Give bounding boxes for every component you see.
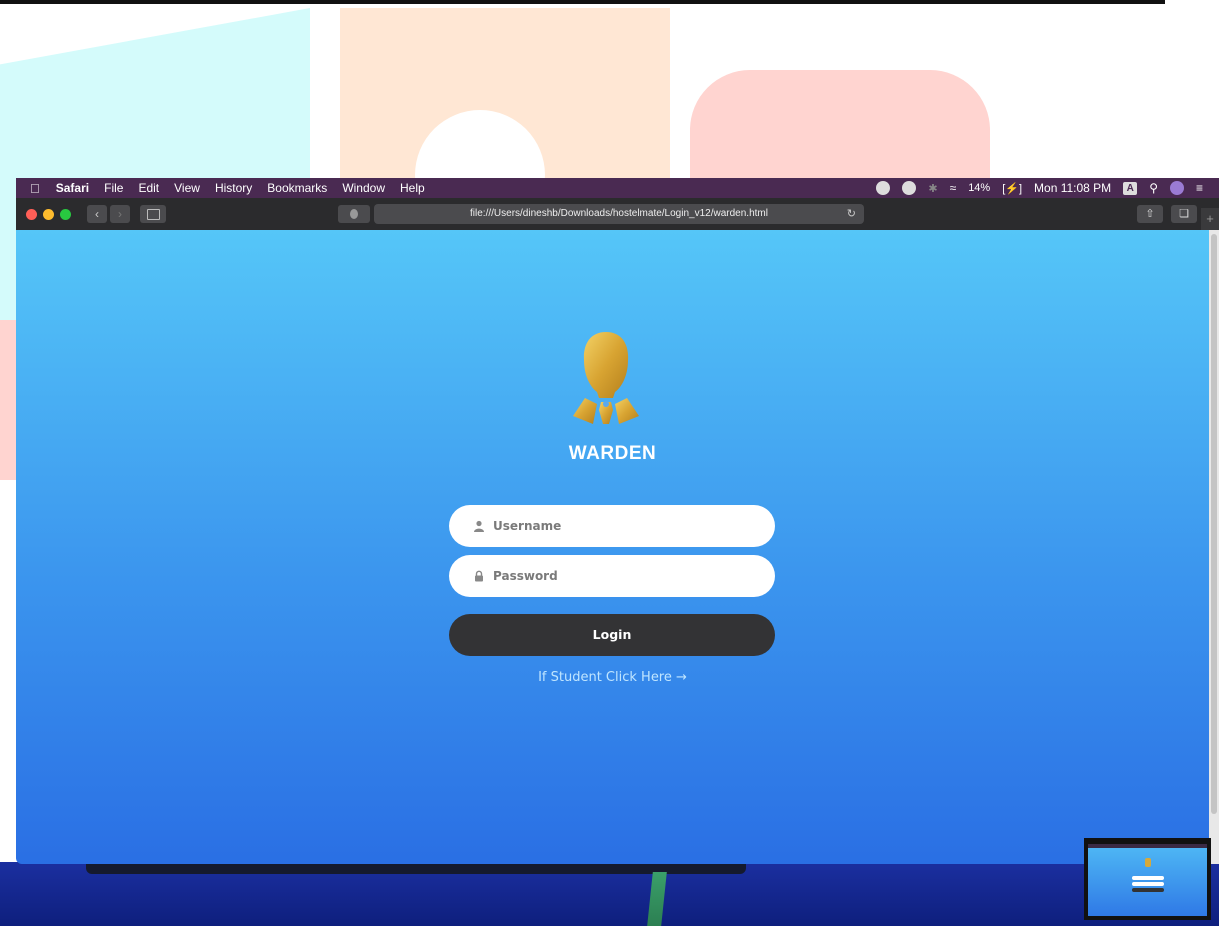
user-icon: [474, 520, 484, 532]
password-input[interactable]: [493, 569, 743, 583]
window-controls: [26, 208, 71, 220]
wifi-icon[interactable]: ≈: [950, 181, 957, 195]
menubar-status-area: ✱ ≈ 14% [⚡] Mon 11:08 PM A ⚲ ≡: [876, 181, 1203, 195]
menu-edit[interactable]: Edit: [138, 181, 159, 195]
new-tab-button[interactable]: +: [1201, 208, 1219, 230]
clock[interactable]: Mon 11:08 PM: [1034, 181, 1111, 195]
minimize-window-button[interactable]: [43, 208, 54, 220]
scrollbar-thumb[interactable]: [1211, 234, 1217, 814]
document-top-border: [0, 0, 1165, 4]
menu-help[interactable]: Help: [400, 181, 425, 195]
menu-view[interactable]: View: [174, 181, 200, 195]
share-button[interactable]: ⇧: [1137, 205, 1163, 223]
warden-avatar-icon: [573, 332, 639, 424]
thumbnail-button: [1132, 888, 1164, 892]
username-input[interactable]: [493, 519, 743, 533]
input-source-icon[interactable]: A: [1123, 181, 1138, 195]
page-scrollbar[interactable]: [1209, 230, 1219, 864]
tabs-overview-button[interactable]: ❏: [1171, 205, 1197, 223]
browser-toolbar: ‹ › file:///Users/dineshb/Downloads/host…: [16, 198, 1219, 230]
menu-bookmarks[interactable]: Bookmarks: [267, 181, 327, 195]
student-login-link[interactable]: If Student Click Here →: [16, 670, 1209, 685]
spotlight-search-icon[interactable]: ⚲: [1149, 181, 1158, 195]
macos-menubar:  Safari File Edit View History Bookmark…: [16, 178, 1219, 198]
menu-history[interactable]: History: [215, 181, 252, 195]
bluetooth-icon[interactable]: ✱: [928, 182, 937, 195]
menu-file[interactable]: File: [104, 181, 123, 195]
creative-cloud-icon[interactable]: [876, 181, 891, 195]
zoom-window-button[interactable]: [60, 208, 71, 220]
sidebar-toggle-button[interactable]: [140, 205, 166, 223]
close-window-button[interactable]: [26, 208, 37, 220]
role-title: WARDEN: [568, 443, 657, 464]
menu-app-name[interactable]: Safari: [56, 181, 89, 195]
thumbnail-menubar: [1088, 844, 1207, 848]
siri-icon[interactable]: [1169, 181, 1184, 195]
thumbnail-preview: [1088, 844, 1207, 916]
forward-button[interactable]: ›: [110, 205, 130, 223]
back-button[interactable]: ‹: [87, 205, 107, 223]
toolbar-right-buttons: ⇧ ❏: [1137, 205, 1197, 223]
address-url: file:///Users/dineshb/Downloads/hostelma…: [470, 208, 768, 219]
history-navigation: ‹ ›: [85, 205, 130, 223]
thumbnail-field: [1132, 876, 1164, 880]
reload-icon[interactable]: ↻: [847, 204, 856, 224]
desktop-shelf: [86, 864, 746, 874]
screenshot-thumbnail[interactable]: [1084, 838, 1211, 920]
login-button[interactable]: Login: [449, 614, 775, 656]
vpn-icon[interactable]: [902, 181, 917, 195]
notification-center-icon[interactable]: ≡: [1196, 181, 1203, 195]
thumbnail-logo: [1145, 858, 1151, 867]
username-field[interactable]: [449, 505, 775, 547]
apple-icon[interactable]: : [30, 181, 40, 196]
battery-percent[interactable]: 14%: [968, 182, 990, 194]
thumbnail-field: [1132, 882, 1164, 886]
page-viewport: WARDEN Login If Student Click Here →: [16, 230, 1209, 864]
address-bar[interactable]: file:///Users/dineshb/Downloads/hostelma…: [374, 204, 864, 224]
privacy-report-button[interactable]: [338, 205, 370, 223]
password-field[interactable]: [449, 555, 775, 597]
menu-window[interactable]: Window: [342, 181, 385, 195]
lock-icon: [475, 570, 483, 582]
battery-icon[interactable]: [⚡]: [1002, 182, 1022, 195]
